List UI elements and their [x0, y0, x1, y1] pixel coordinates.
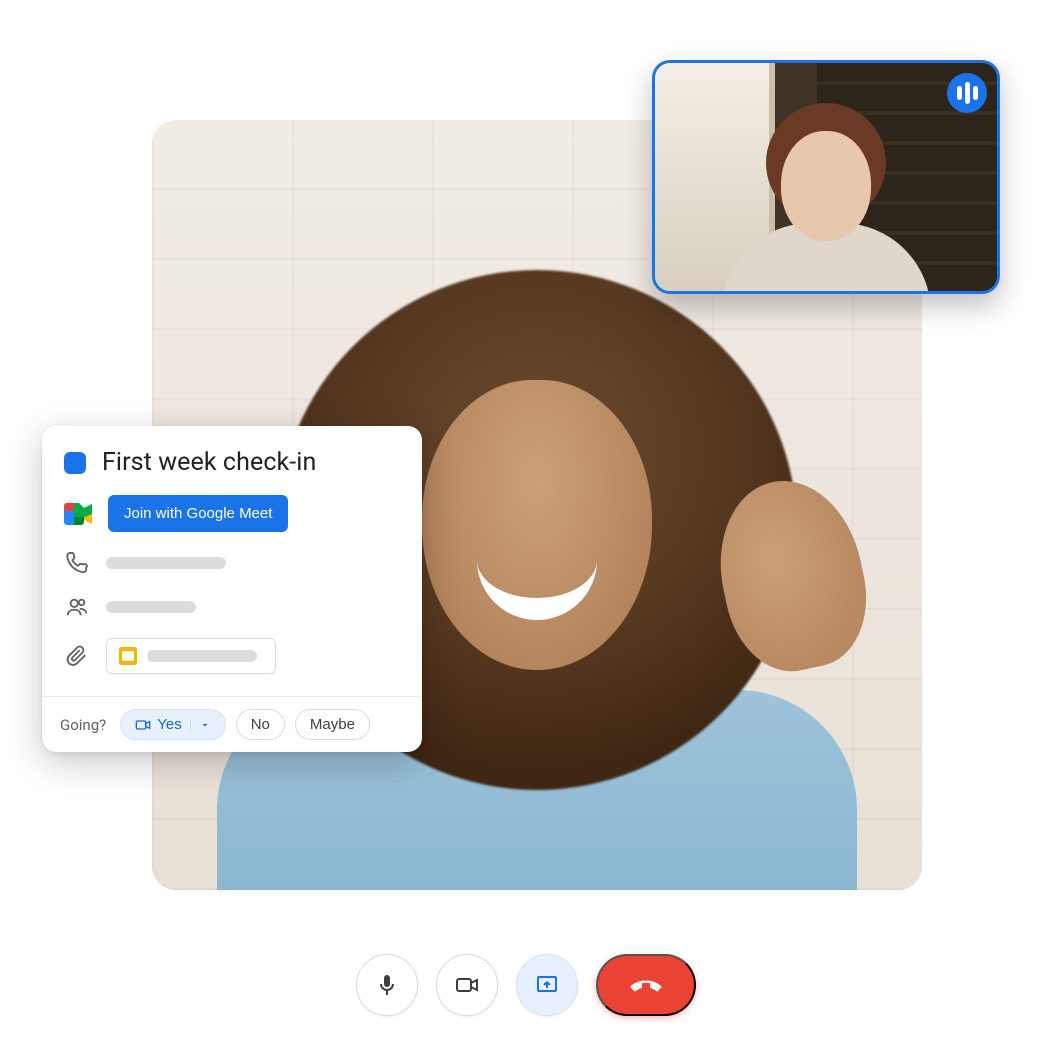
phone-icon — [64, 550, 90, 576]
event-title: First week check-in — [102, 448, 316, 477]
present-screen-button[interactable] — [516, 954, 578, 1016]
people-icon — [64, 594, 90, 620]
self-view-pip[interactable] — [652, 60, 1000, 294]
rsvp-prompt: Going? — [60, 716, 106, 734]
speaking-indicator-icon — [947, 73, 987, 113]
camera-icon — [454, 973, 480, 997]
join-meet-button[interactable]: Join with Google Meet — [108, 495, 288, 532]
attachment-chip[interactable] — [106, 638, 276, 674]
google-meet-icon — [64, 503, 92, 525]
pip-participant — [751, 103, 901, 294]
rsvp-yes-label: Yes — [157, 716, 181, 733]
rsvp-yes-dropdown[interactable] — [190, 719, 211, 731]
rsvp-maybe-button[interactable]: Maybe — [295, 709, 370, 740]
dial-in-placeholder — [106, 557, 226, 569]
microphone-icon — [375, 973, 399, 997]
event-color-swatch — [64, 452, 86, 474]
toggle-camera-button[interactable] — [436, 954, 498, 1016]
video-location-icon — [135, 717, 151, 733]
hang-up-icon — [628, 967, 664, 1003]
guests-placeholder — [106, 601, 196, 613]
rsvp-bar: Going? Yes No Maybe — [42, 696, 422, 752]
end-call-button[interactable] — [596, 954, 696, 1016]
calendar-event-card: First week check-in Join with Google Mee… — [42, 426, 422, 752]
toggle-mic-button[interactable] — [356, 954, 418, 1016]
attachment-icon — [64, 643, 90, 669]
caret-down-icon — [199, 719, 211, 731]
present-screen-icon — [534, 973, 560, 997]
rsvp-no-button[interactable]: No — [236, 709, 285, 740]
rsvp-yes-button[interactable]: Yes — [120, 709, 225, 740]
call-controls — [356, 954, 696, 1016]
attachment-name-placeholder — [147, 650, 257, 662]
google-slides-icon — [119, 647, 137, 665]
